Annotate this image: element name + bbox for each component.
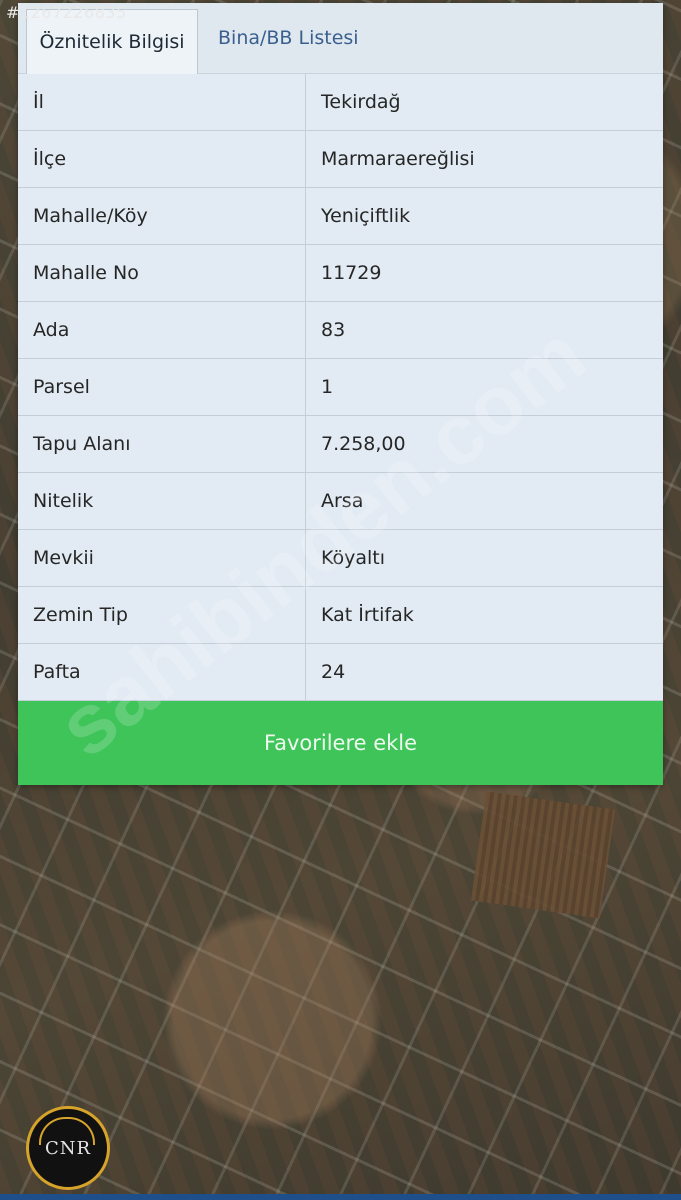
attribute-value: 7.258,00	[305, 415, 663, 473]
attribute-value: Köyaltı	[305, 529, 663, 587]
attribute-key: Zemin Tip	[18, 586, 306, 644]
attribute-value: Kat İrtifak	[305, 586, 663, 644]
table-row: Tapu Alanı 7.258,00	[18, 415, 663, 473]
table-row: Parsel 1	[18, 358, 663, 416]
attribute-key: Parsel	[18, 358, 306, 416]
attribute-key: Mevkii	[18, 529, 306, 587]
table-row: Zemin Tip Kat İrtifak	[18, 586, 663, 644]
table-row: Mahalle/Köy Yeniçiftlik	[18, 187, 663, 245]
logo-arc-shape	[39, 1117, 95, 1145]
table-row: Mahalle No 11729	[18, 244, 663, 302]
attribute-key: Pafta	[18, 643, 306, 701]
attribute-key: Nitelik	[18, 472, 306, 530]
attribute-value: Arsa	[305, 472, 663, 530]
table-row: Ada 83	[18, 301, 663, 359]
add-to-favorites-button[interactable]: Favorilere ekle	[18, 701, 663, 785]
photo-id-watermark: #1267226835	[6, 3, 127, 22]
attribute-value: 24	[305, 643, 663, 701]
attribute-value: 83	[305, 301, 663, 359]
table-row: İlçe Marmaraereğlisi	[18, 130, 663, 188]
attribute-key: İl	[18, 74, 306, 131]
attribute-value: Yeniçiftlik	[305, 187, 663, 245]
attribute-value: Tekirdağ	[305, 74, 663, 131]
attribute-key: İlçe	[18, 130, 306, 188]
attribute-value: 11729	[305, 244, 663, 302]
attribute-value: 1	[305, 358, 663, 416]
table-row: Nitelik Arsa	[18, 472, 663, 530]
attribute-key: Mahalle No	[18, 244, 306, 302]
attribute-key: Tapu Alanı	[18, 415, 306, 473]
bottom-bar	[0, 1194, 681, 1200]
cnr-logo-icon: CNR	[26, 1106, 110, 1190]
table-row: Pafta 24	[18, 643, 663, 701]
attribute-key: Mahalle/Köy	[18, 187, 306, 245]
attribute-table: İl Tekirdağ İlçe Marmaraereğlisi Mahalle/Köy…	[18, 74, 663, 701]
attribute-key: Ada	[18, 301, 306, 359]
table-row: İl Tekirdağ	[18, 74, 663, 131]
table-row: Mevkii Köyaltı	[18, 529, 663, 587]
map-field-patch	[470, 791, 616, 919]
parcel-info-panel: Öznitelik Bilgisi Bina/BB Listesi İl Teki…	[18, 3, 663, 785]
tab-building-list[interactable]: Bina/BB Listesi	[198, 3, 359, 73]
attribute-value: Marmaraereğlisi	[305, 130, 663, 188]
